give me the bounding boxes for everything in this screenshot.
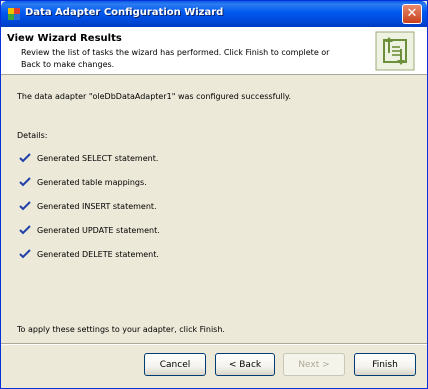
list-item: Generated DELETE statement.: [19, 242, 319, 266]
details-label: Details:: [17, 131, 48, 140]
detail-text: Generated INSERT statement.: [37, 201, 157, 211]
wizard-content: The data adapter "oleDbDataAdapter1" was…: [1, 76, 427, 341]
success-message: The data adapter "oleDbDataAdapter1" was…: [17, 92, 292, 101]
list-item: Generated UPDATE statement.: [19, 218, 319, 242]
checkmark-icon: [19, 225, 31, 235]
wizard-header: View Wizard Results Review the list of t…: [1, 27, 427, 75]
next-button[interactable]: Next >: [283, 353, 345, 376]
checkmark-icon: [19, 249, 31, 259]
apply-message: To apply these settings to your adapter,…: [17, 325, 225, 334]
details-list: Generated SELECT statement. Generated ta…: [19, 146, 319, 266]
window-title: Data Adapter Configuration Wizard: [25, 7, 224, 18]
detail-text: Generated UPDATE statement.: [37, 225, 160, 235]
back-button[interactable]: < Back: [215, 353, 275, 376]
checkmark-icon: [19, 153, 31, 163]
page-title: View Wizard Results: [7, 33, 122, 44]
checkmark-icon: [19, 177, 31, 187]
checkmark-icon: [19, 201, 31, 211]
detail-text: Generated DELETE statement.: [37, 249, 159, 259]
close-icon: ✕: [406, 6, 418, 21]
footer-divider: [1, 343, 427, 345]
cancel-button[interactable]: Cancel: [144, 353, 206, 376]
data-adapter-icon: [375, 31, 415, 71]
detail-text: Generated SELECT statement.: [37, 153, 159, 163]
list-item: Generated INSERT statement.: [19, 194, 319, 218]
page-description: Review the list of tasks the wizard has …: [21, 48, 330, 69]
list-item: Generated table mappings.: [19, 170, 319, 194]
detail-text: Generated table mappings.: [37, 177, 147, 187]
title-bar[interactable]: Data Adapter Configuration Wizard ✕: [1, 1, 427, 27]
list-item: Generated SELECT statement.: [19, 146, 319, 170]
app-icon: [8, 8, 20, 20]
close-button[interactable]: ✕: [402, 4, 422, 24]
finish-button[interactable]: Finish: [354, 353, 416, 376]
wizard-window: Data Adapter Configuration Wizard ✕ View…: [0, 0, 428, 389]
